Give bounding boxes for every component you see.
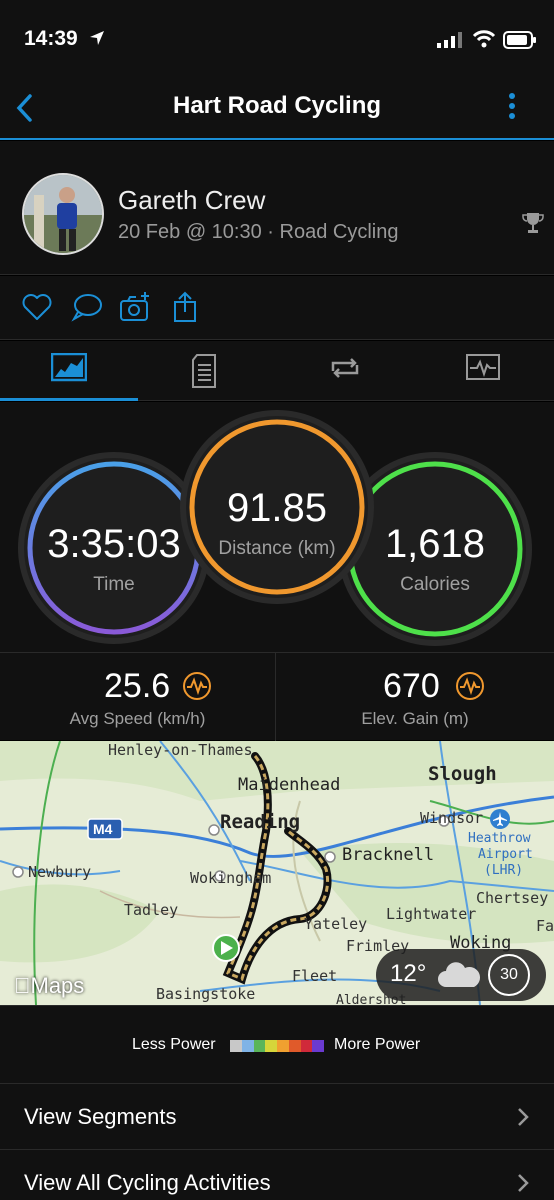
summary-stats: 3:35:03 Time 1,618 Calories 91.85 Distan… <box>0 402 554 652</box>
tab-overview[interactable] <box>0 341 138 401</box>
map-label-bracknell: Bracknell <box>342 845 435 865</box>
power-scale-swatch <box>265 1040 277 1052</box>
legend-more-power: More Power <box>334 1036 421 1053</box>
tab-charts[interactable] <box>414 341 552 401</box>
cellular-signal-icon <box>437 32 462 48</box>
stats-document-icon <box>192 354 216 388</box>
power-scale-swatch <box>300 1040 313 1052</box>
comment-bubble-icon[interactable] <box>70 290 104 324</box>
map-label-lightwater: Lightwater <box>386 905 477 923</box>
avg-speed-label: Avg Speed (km/h) <box>69 709 206 728</box>
avg-speed-value: 25.6 <box>104 667 171 705</box>
map-label-basingstoke: Basingstoke <box>156 985 256 1003</box>
charts-monitor-icon <box>466 354 500 380</box>
distance-label: Distance (km) <box>218 538 336 559</box>
elev-gain-label: Elev. Gain (m) <box>361 709 469 728</box>
elevation-pulse-icon <box>456 672 484 700</box>
map-label-heathrow: Heathrow <box>468 831 531 846</box>
maps-attribution: Maps <box>14 973 84 998</box>
motorway-shield-m4: M4 <box>93 821 113 837</box>
calories-value: 1,618 <box>384 522 486 566</box>
view-segments-label: View Segments <box>24 1104 177 1129</box>
trophy-icon[interactable] <box>522 211 544 235</box>
map-label-newbury: Newbury <box>28 863 92 881</box>
tab-stats[interactable] <box>138 341 276 401</box>
avg-speed-metric[interactable]: 25.6 Avg Speed (km/h) <box>0 653 276 741</box>
map-label-chertsey: Chertsey <box>476 889 549 907</box>
weather-badge[interactable]: 12° 30 <box>376 949 546 1001</box>
view-segments-row[interactable]: View Segments <box>0 1083 554 1149</box>
calories-label: Calories <box>400 574 470 595</box>
map-label-henley: Henley-on-Thames <box>108 741 253 759</box>
view-all-cycling-label: View All Cycling Activities <box>24 1170 271 1195</box>
weather-temperature: 12° <box>390 960 427 987</box>
add-photo-camera-icon[interactable] <box>118 290 152 324</box>
cloud-icon <box>438 962 481 987</box>
power-scale-swatch <box>277 1040 289 1052</box>
nav-bar: Hart Road Cycling <box>0 80 554 140</box>
map-label-fa: Fa <box>536 917 554 935</box>
time-value: 3:35:03 <box>47 522 181 566</box>
activity-actions <box>0 276 554 340</box>
wifi-icon <box>472 30 496 48</box>
distance-value: 91.85 <box>226 486 328 530</box>
map-label-yateley: Yateley <box>304 915 368 933</box>
view-all-cycling-row[interactable]: View All Cycling Activities <box>0 1149 554 1200</box>
power-legend: Less Power More Power <box>0 1005 554 1083</box>
elev-gain-metric[interactable]: 670 Elev. Gain (m) <box>277 653 553 741</box>
map-label-fleet: Fleet <box>292 967 338 985</box>
calories-ring: 1,618 Calories <box>344 458 526 640</box>
map-label-windsor: Windsor <box>420 809 484 827</box>
like-heart-icon[interactable] <box>20 290 54 324</box>
elev-gain-value: 670 <box>383 667 440 705</box>
athlete-name[interactable]: Gareth Crew <box>118 185 265 216</box>
laps-loop-icon <box>331 358 359 378</box>
legend-less-power: Less Power <box>132 1036 216 1053</box>
speed-pulse-icon <box>183 672 211 700</box>
power-scale-swatch <box>230 1040 242 1052</box>
map-label-maidenhead: Maidenhead <box>238 775 341 795</box>
map-label-reading: Reading <box>220 811 301 833</box>
route-map[interactable]: Henley-on-Thames Maidenhead Slough Winds… <box>0 741 554 1005</box>
map-label-airport: Airport <box>478 847 533 862</box>
chevron-right-icon <box>518 1174 529 1192</box>
map-label-tadley: Tadley <box>124 901 179 919</box>
power-scale-swatch <box>241 1040 254 1052</box>
power-scale-swatch <box>312 1040 324 1052</box>
time-label: Time <box>93 574 135 595</box>
map-label-lhr: (LHR) <box>484 863 524 878</box>
power-scale-swatch <box>253 1040 266 1052</box>
power-scale-swatch <box>288 1040 301 1052</box>
tab-laps[interactable] <box>276 341 414 401</box>
activity-meta: 20 Feb @ 10:30 · Road Cycling <box>118 221 399 243</box>
wind-speed-dial: 30 <box>488 954 530 996</box>
share-icon[interactable] <box>168 290 202 324</box>
apple-logo-icon:  <box>14 973 31 998</box>
more-options-icon[interactable] <box>502 90 522 126</box>
chevron-right-icon <box>518 1108 529 1126</box>
activity-header: Gareth Crew 20 Feb @ 10:30 · Road Cyclin… <box>0 141 554 275</box>
secondary-metrics: 25.6 Avg Speed (km/h) 670 Elev. Gain (m) <box>0 652 554 741</box>
page-title: Hart Road Cycling <box>172 92 382 119</box>
power-color-scale <box>230 1040 324 1052</box>
time-ring: 3:35:03 Time <box>24 458 204 638</box>
location-arrow-icon <box>90 31 104 45</box>
distance-ring: 91.85 Distance (km) <box>186 416 368 598</box>
avatar[interactable] <box>22 173 104 255</box>
overview-chart-icon <box>51 353 87 382</box>
activity-tabs <box>0 341 554 401</box>
battery-icon <box>503 31 536 49</box>
map-label-slough: Slough <box>428 763 497 785</box>
status-time: 14:39 <box>24 27 78 50</box>
map-label-wokingham: Wokingham <box>190 869 272 887</box>
airport-plane-icon <box>493 812 507 826</box>
status-bar: 14:39 <box>0 0 554 80</box>
